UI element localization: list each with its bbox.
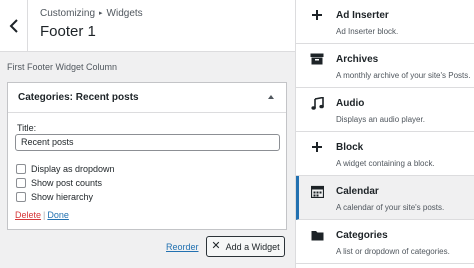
categories-widget: Categories: Recent posts Title: Recent p…	[7, 82, 287, 230]
widget-option-audio[interactable]: Audio Displays an audio player.	[296, 88, 474, 132]
title-input[interactable]: Recent posts	[15, 134, 280, 151]
widget-option-name: Block	[336, 142, 364, 153]
reorder-link[interactable]: Reorder	[166, 242, 199, 252]
title-field-label: Title:	[17, 123, 37, 133]
available-widgets-panel: Ad Inserter Ad Inserter block. Archives …	[296, 0, 474, 268]
back-button[interactable]	[0, 0, 28, 52]
option-show-post-counts[interactable]: Show post counts	[16, 178, 102, 188]
widget-option-desc: Ad Inserter block.	[336, 27, 399, 36]
option-label: Display as dropdown	[31, 164, 115, 174]
add-widget-label: Add a Widget	[225, 241, 280, 252]
widget-actions: Delete | Done	[15, 210, 69, 220]
widget-title: Categories: Recent posts	[18, 92, 139, 103]
option-display-dropdown[interactable]: Display as dropdown	[16, 164, 115, 174]
widget-option-ad-inserter[interactable]: Ad Inserter Ad Inserter block.	[296, 0, 474, 44]
breadcrumb: Customizing ▸ Widgets	[40, 8, 143, 19]
calendar-icon	[310, 184, 324, 198]
plus-icon	[310, 140, 324, 154]
widget-option-categories[interactable]: Categories A list or dropdown of categor…	[296, 220, 474, 264]
checkbox[interactable]	[16, 192, 26, 202]
delete-link[interactable]: Delete	[15, 210, 41, 220]
widget-option-calendar[interactable]: Calendar A calendar of your site's posts…	[296, 176, 474, 220]
link-separator: |	[43, 210, 46, 220]
checkbox[interactable]	[16, 178, 26, 188]
plus-icon	[310, 8, 324, 22]
folder-icon	[310, 228, 324, 242]
music-note-icon	[310, 96, 324, 110]
widget-option-desc: A monthly archive of your site's Posts.	[336, 71, 471, 80]
option-label: Show hierarchy	[31, 192, 94, 202]
option-show-hierarchy[interactable]: Show hierarchy	[16, 192, 93, 202]
widget-option-name: Ad Inserter	[336, 10, 389, 21]
checkbox[interactable]	[16, 164, 26, 174]
widget-option-desc: A calendar of your site's posts.	[336, 203, 445, 212]
widget-area-name: First Footer Widget Column	[7, 62, 118, 72]
widget-option-name: Calendar	[336, 186, 379, 197]
widget-title-bar[interactable]: Categories: Recent posts	[8, 83, 286, 113]
done-link[interactable]: Done	[47, 210, 69, 220]
add-widget-button[interactable]: ✕ Add a Widget	[206, 236, 285, 257]
archive-icon	[310, 52, 324, 66]
widget-option-block[interactable]: Block A widget containing a block.	[296, 132, 474, 176]
widget-option-archives[interactable]: Archives A monthly archive of your site'…	[296, 44, 474, 88]
customizer-header: Customizing ▸ Widgets Footer 1	[0, 0, 295, 52]
page-title: Footer 1	[40, 23, 96, 40]
widget-option-desc: A list or dropdown of categories.	[336, 247, 450, 256]
close-icon: ✕	[211, 240, 221, 252]
breadcrumb-root: Customizing	[40, 8, 96, 19]
breadcrumb-section: Widgets	[106, 8, 143, 19]
collapse-arrow-icon[interactable]	[268, 95, 274, 99]
widget-option-desc: A widget containing a block.	[336, 159, 435, 168]
option-label: Show post counts	[31, 178, 103, 188]
chevron-left-icon	[9, 19, 18, 33]
widget-option-desc: Displays an audio player.	[336, 115, 425, 124]
breadcrumb-separator-icon: ▸	[99, 10, 103, 17]
widget-option-name: Categories	[336, 230, 388, 241]
customizer-panel: Customizing ▸ Widgets Footer 1 First Foote…	[0, 0, 296, 268]
widget-option-name: Archives	[336, 54, 379, 65]
widget-option-name: Audio	[336, 98, 365, 109]
